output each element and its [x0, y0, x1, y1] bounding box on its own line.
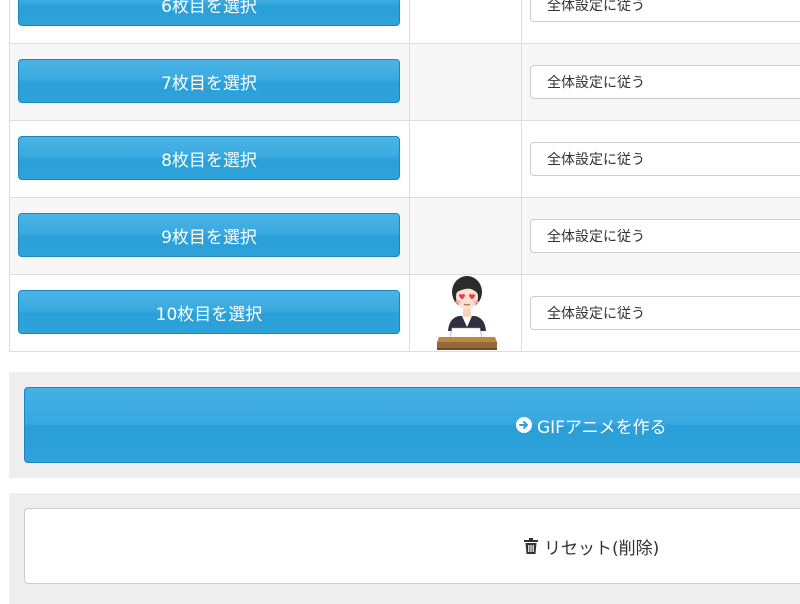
reset-label: リセット(削除): [544, 538, 660, 559]
thumbnail-cell: [410, 44, 522, 120]
table-row: 10枚目を選択 全体設定に従う: [10, 274, 800, 351]
thumbnail-cell: [410, 0, 522, 43]
setting-cell: 全体設定に従う: [522, 275, 800, 351]
arrow-circle-right-icon: [516, 417, 532, 433]
select-cell: 8枚目を選択: [10, 121, 410, 197]
frame-6-setting-select[interactable]: 全体設定に従う: [530, 0, 800, 22]
frame-7-setting-select[interactable]: 全体設定に従う: [530, 65, 800, 99]
select-cell: 6枚目を選択: [10, 0, 410, 43]
page: 6枚目を選択 全体設定に従う 7枚目を選択 全体設定に従う 8枚目を選択 全体設…: [0, 0, 800, 604]
select-cell: 9枚目を選択: [10, 198, 410, 274]
frame-8-setting-select[interactable]: 全体設定に従う: [530, 142, 800, 176]
reset-button[interactable]: リセット(削除): [24, 508, 800, 584]
setting-cell: 全体設定に従う: [522, 0, 800, 43]
trash-icon: [524, 538, 538, 554]
thumbnail-cell: [410, 275, 522, 351]
select-cell: 10枚目を選択: [10, 275, 410, 351]
select-frame-6-button[interactable]: 6枚目を選択: [18, 0, 400, 26]
table-row: 8枚目を選択 全体設定に従う: [10, 120, 800, 197]
make-gif-panel: GIFアニメを作る: [9, 372, 800, 478]
setting-cell: 全体設定に従う: [522, 44, 800, 120]
table-row: 6枚目を選択 全体設定に従う: [10, 0, 800, 43]
make-gif-label: GIFアニメを作る: [537, 417, 667, 438]
thumbnail-cell: [410, 121, 522, 197]
select-frame-9-button[interactable]: 9枚目を選択: [18, 213, 400, 257]
setting-cell: 全体設定に従う: [522, 121, 800, 197]
reset-panel: リセット(削除): [9, 493, 800, 604]
frame-9-setting-select[interactable]: 全体設定に従う: [530, 219, 800, 253]
make-gif-button[interactable]: GIFアニメを作る: [24, 387, 800, 463]
table-row: 9枚目を選択 全体設定に従う: [10, 197, 800, 274]
table-row: 7枚目を選択 全体設定に従う: [10, 43, 800, 120]
frames-table: 6枚目を選択 全体設定に従う 7枚目を選択 全体設定に従う 8枚目を選択 全体設…: [9, 0, 800, 352]
select-frame-7-button[interactable]: 7枚目を選択: [18, 59, 400, 103]
select-frame-8-button[interactable]: 8枚目を選択: [18, 136, 400, 180]
frame-thumbnail-image: [437, 276, 497, 350]
select-cell: 7枚目を選択: [10, 44, 410, 120]
select-frame-10-button[interactable]: 10枚目を選択: [18, 290, 400, 334]
setting-cell: 全体設定に従う: [522, 198, 800, 274]
thumbnail-cell: [410, 198, 522, 274]
frame-10-setting-select[interactable]: 全体設定に従う: [530, 296, 800, 330]
